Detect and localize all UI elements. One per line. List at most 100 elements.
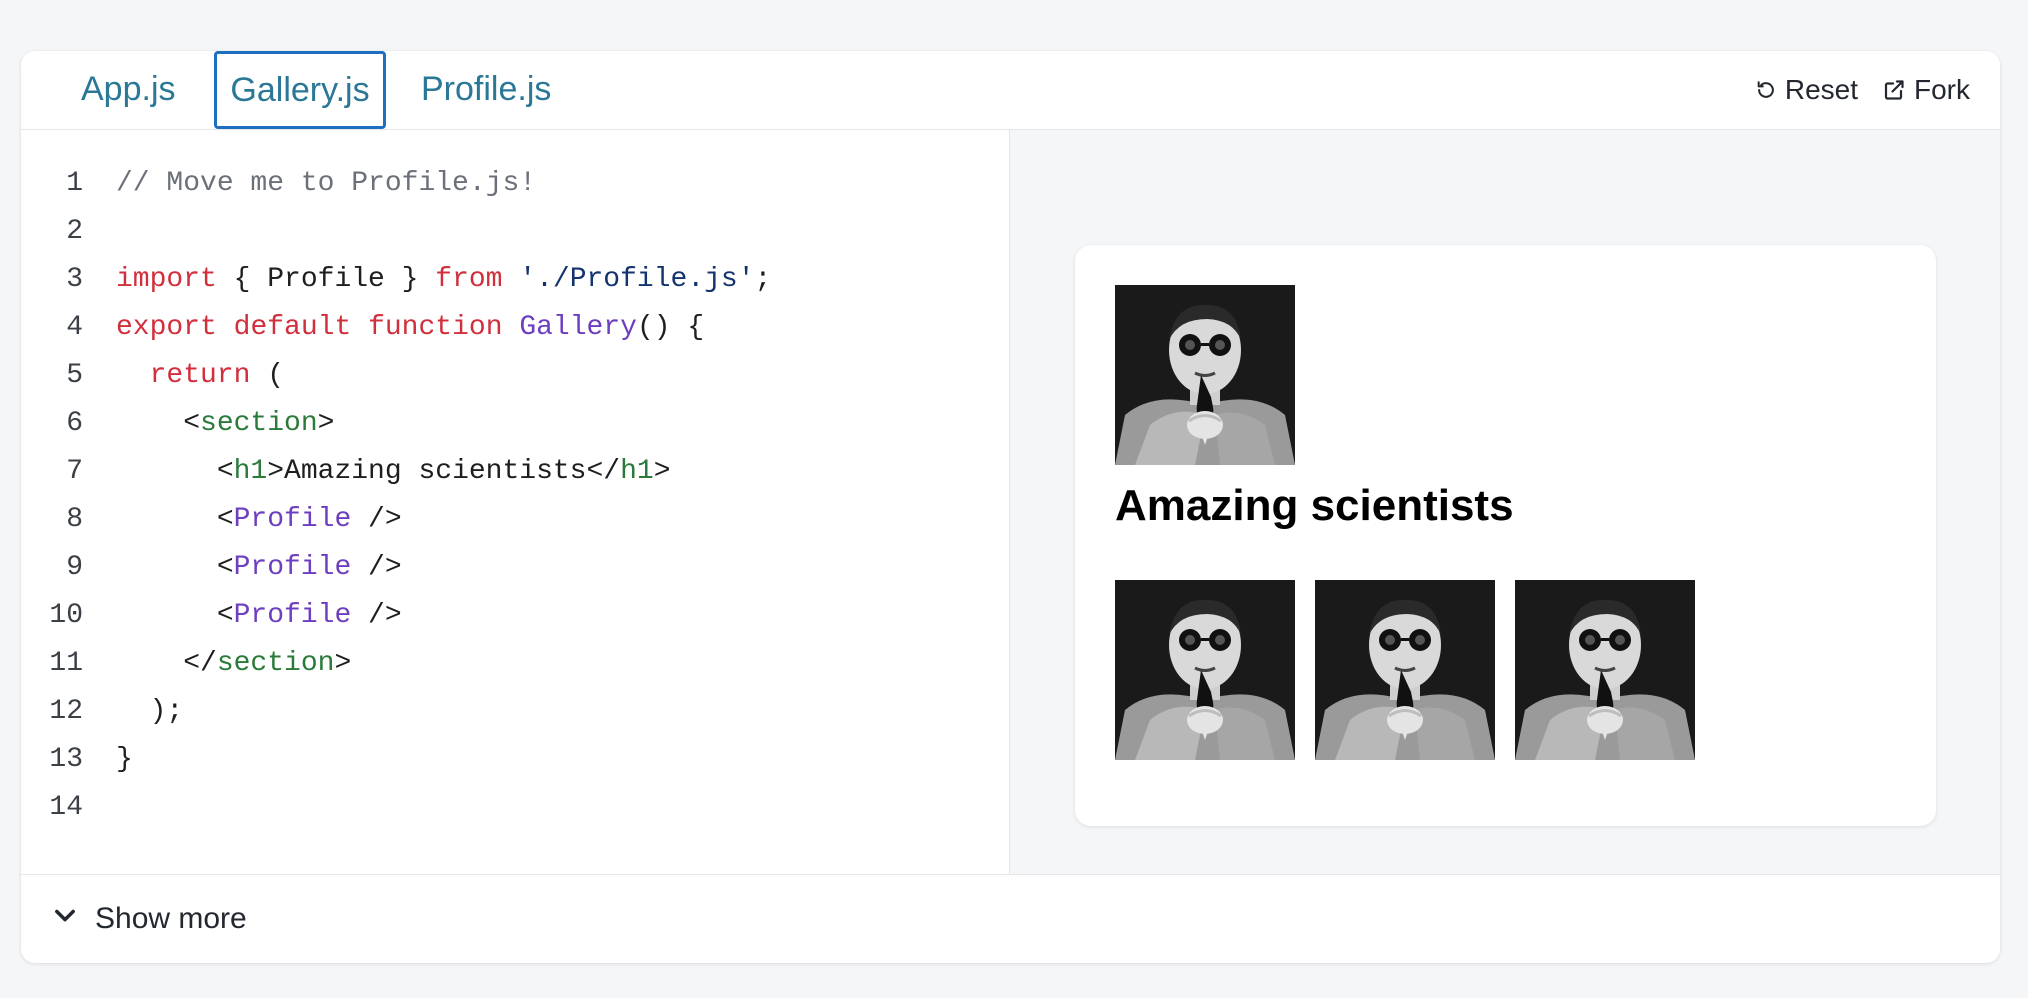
line-number: 5 xyxy=(66,360,83,391)
code-token: () { xyxy=(636,312,705,343)
code-token: < xyxy=(116,600,234,631)
code-token: { Profile } xyxy=(216,264,436,295)
code-line[interactable]: 2 xyxy=(21,208,83,256)
code-token: > xyxy=(653,456,671,487)
code-sandbox: App.js Gallery.js Profile.js Reset Fork … xyxy=(21,51,2000,963)
code-token: > xyxy=(334,648,352,679)
line-content: } xyxy=(116,736,133,784)
line-content: <section> xyxy=(116,400,334,448)
line-number: 2 xyxy=(66,216,83,247)
code-token: './Profile.js' xyxy=(519,264,755,295)
chevron-down-icon xyxy=(51,901,79,937)
scientist-portrait xyxy=(1515,580,1695,760)
code-line[interactable]: 9 <Profile /> xyxy=(21,544,401,592)
code-token: < xyxy=(116,456,234,487)
code-token: } xyxy=(116,744,133,775)
code-line[interactable]: 11 </section> xyxy=(21,640,351,688)
code-token: h1 xyxy=(233,456,268,487)
line-content: // Move me to Profile.js! xyxy=(116,160,536,208)
show-more-label: Show more xyxy=(95,902,247,935)
code-token: return xyxy=(149,360,251,391)
code-token: </ xyxy=(116,648,217,679)
code-line[interactable]: 8 <Profile /> xyxy=(21,496,401,544)
code-line[interactable]: 12 ); xyxy=(21,688,183,736)
code-token: section xyxy=(200,408,318,439)
line-number: 3 xyxy=(66,264,83,295)
reset-button[interactable]: Reset xyxy=(1755,74,1858,106)
external-link-icon xyxy=(1882,78,1906,102)
line-content: <Profile /> xyxy=(116,496,402,544)
code-token: >Amazing scientists</ xyxy=(267,456,621,487)
code-line[interactable]: 7 <h1>Amazing scientists</h1> xyxy=(21,448,670,496)
line-number: 7 xyxy=(66,456,83,487)
code-editor[interactable]: 1 // Move me to Profile.js! 2 3 import { Pro… xyxy=(21,130,1010,875)
scientist-portrait xyxy=(1315,580,1495,760)
tab-profile-js[interactable]: Profile.js xyxy=(421,51,551,127)
code-token: ( xyxy=(250,360,285,391)
code-token: > xyxy=(317,408,335,439)
code-line[interactable]: 6 <section> xyxy=(21,400,334,448)
line-content: <Profile /> xyxy=(116,592,402,640)
code-token: < xyxy=(116,504,234,535)
code-token: // Move me to Profile.js! xyxy=(116,168,537,199)
line-number: 13 xyxy=(49,744,83,775)
line-content: <Profile /> xyxy=(116,544,402,592)
tab-app-js[interactable]: App.js xyxy=(81,51,176,127)
code-line[interactable]: 4 export default function Gallery() { xyxy=(21,304,704,352)
code-token: export xyxy=(116,312,217,343)
code-line[interactable]: 10 <Profile /> xyxy=(21,592,401,640)
line-content: return ( xyxy=(116,352,284,400)
tab-gallery-js[interactable]: Gallery.js xyxy=(214,51,386,129)
code-line[interactable]: 3 import { Profile } from './Profile.js'; xyxy=(21,256,771,304)
code-lines[interactable]: 1 // Move me to Profile.js! 2 3 import { Pro… xyxy=(21,160,771,832)
code-token: from xyxy=(435,264,503,295)
code-token: section xyxy=(216,648,335,679)
preview-pane: Amazing scientists xyxy=(1010,130,2000,875)
line-number: 8 xyxy=(66,504,83,535)
line-number: 6 xyxy=(66,408,83,439)
line-number: 9 xyxy=(66,552,83,583)
preview-heading: Amazing scientists xyxy=(1115,481,1514,530)
code-token: Profile xyxy=(233,600,352,631)
toolbar-actions: Reset Fork xyxy=(1755,51,1970,129)
code-token: h1 xyxy=(620,456,654,487)
code-token: default xyxy=(233,312,352,343)
code-token: < xyxy=(116,552,234,583)
code-token: import xyxy=(116,264,217,295)
code-line[interactable]: 14 xyxy=(21,784,83,832)
code-token: Gallery xyxy=(519,312,637,343)
preview-card: Amazing scientists xyxy=(1075,245,1936,826)
code-token: < xyxy=(116,408,201,439)
scientist-portrait xyxy=(1115,580,1295,760)
line-number: 1 xyxy=(66,168,83,199)
code-token: /> xyxy=(351,552,402,583)
line-content: export default function Gallery() { xyxy=(116,304,704,352)
line-number: 4 xyxy=(66,312,83,343)
line-number: 11 xyxy=(49,648,83,679)
code-token: Profile xyxy=(233,552,352,583)
reset-label: Reset xyxy=(1784,74,1858,105)
sandbox-footer: Show more xyxy=(21,874,2000,963)
show-more-button[interactable]: Show more xyxy=(51,901,247,937)
line-number: 10 xyxy=(49,600,83,631)
line-content: import { Profile } from './Profile.js'; xyxy=(116,256,771,304)
file-tab-bar: App.js Gallery.js Profile.js Reset Fork xyxy=(21,51,2000,130)
fork-label: Fork xyxy=(1914,74,1970,105)
line-number: 14 xyxy=(49,792,83,823)
scientist-portrait xyxy=(1115,285,1295,465)
code-token: ; xyxy=(754,264,772,295)
code-line[interactable]: 13} xyxy=(21,736,132,784)
code-token: /> xyxy=(351,600,402,631)
code-token: /> xyxy=(351,504,402,535)
fork-button[interactable]: Fork xyxy=(1882,74,1970,106)
reset-icon xyxy=(1755,79,1777,101)
code-token: ); xyxy=(116,696,184,727)
code-line[interactable]: 5 return ( xyxy=(21,352,284,400)
code-token: function xyxy=(368,312,503,343)
line-number: 12 xyxy=(49,696,83,727)
code-line[interactable]: 1 // Move me to Profile.js! xyxy=(21,160,536,208)
